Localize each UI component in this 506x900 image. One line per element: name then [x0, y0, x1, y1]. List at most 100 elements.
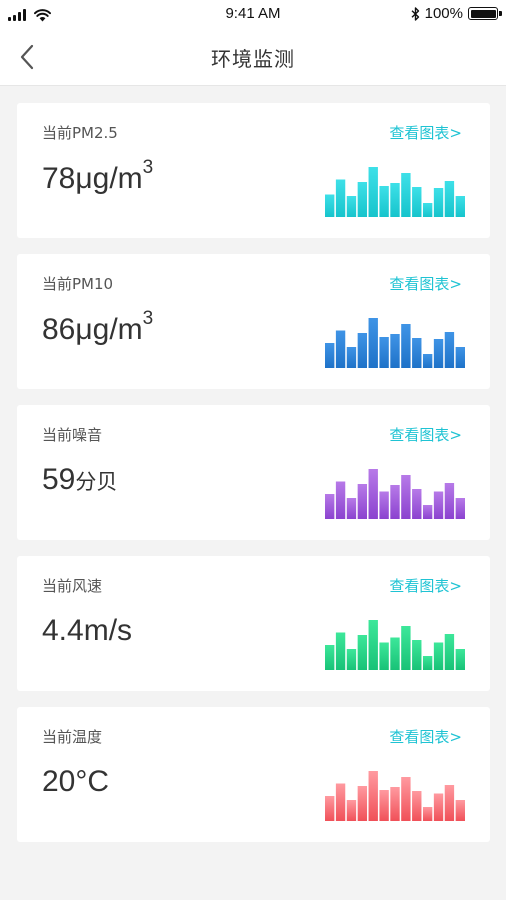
metric-label: 当前温度	[42, 728, 103, 746]
chart-bar	[401, 475, 411, 519]
battery-percent: 100%	[424, 5, 463, 22]
chart-bar	[335, 632, 346, 670]
chart-bar	[401, 626, 411, 670]
chart-bar	[455, 498, 465, 519]
bluetooth-icon	[411, 6, 419, 21]
chart-bar	[412, 338, 422, 368]
chart-bar	[390, 485, 400, 519]
metric-value: 20°C	[42, 765, 109, 799]
chart-bar	[412, 791, 422, 821]
chart-bar	[357, 333, 368, 368]
chart-bar	[433, 339, 444, 368]
metric-number: 78	[42, 162, 76, 195]
chart-bar	[455, 800, 465, 821]
view-chart-link[interactable]: 查看图表>	[389, 273, 462, 294]
chart-bar	[368, 620, 378, 670]
chart-bar	[390, 637, 400, 670]
chart-bar	[357, 786, 368, 821]
chart-bar	[379, 491, 389, 519]
chart-bar	[401, 324, 411, 368]
metric-value: 4.4m/s	[42, 614, 132, 648]
chart-bar	[412, 640, 422, 670]
chart-bar	[444, 181, 455, 217]
metric-unit: μg/m	[75, 313, 143, 346]
chart-bar	[325, 796, 335, 821]
chart-bar	[368, 771, 378, 821]
chart-bar	[390, 787, 400, 821]
mini-bar-chart	[325, 167, 465, 217]
chart-bar	[433, 188, 444, 217]
chart-bar	[390, 183, 400, 217]
metric-value: 78μg/m3	[42, 157, 153, 196]
mini-bar-chart	[325, 318, 465, 368]
view-chart-link[interactable]: 查看图表>	[389, 575, 462, 596]
battery-icon	[468, 7, 502, 20]
mini-bar-chart	[325, 771, 465, 821]
view-chart-link[interactable]: 查看图表>	[389, 726, 462, 747]
chart-bar	[422, 354, 433, 368]
chart-bar	[325, 343, 335, 368]
metric-label: 当前噪音	[42, 426, 103, 444]
mini-bar-chart	[325, 620, 465, 670]
chart-bar	[390, 334, 400, 368]
chart-bar	[357, 635, 368, 670]
chart-bar	[401, 173, 411, 217]
chart-bar	[325, 645, 335, 670]
metric-label: 当前PM10	[42, 275, 114, 293]
chart-bar	[325, 494, 335, 519]
chart-bar	[357, 484, 368, 519]
metric-unit: °C	[75, 765, 110, 798]
chart-bar	[325, 194, 335, 217]
chart-bar	[422, 203, 433, 217]
chart-bar	[412, 489, 422, 519]
chart-bar	[346, 498, 357, 519]
metric-unit: μg/m	[75, 162, 143, 195]
metric-number: 20	[42, 765, 76, 798]
metric-unit: m/s	[83, 614, 133, 647]
chart-bar	[444, 332, 455, 368]
metric-card-temperature: 当前温度 查看图表> 20°C	[17, 707, 490, 842]
metric-card-noise: 当前噪音 查看图表> 59分贝	[17, 405, 490, 540]
chart-bar	[444, 634, 455, 670]
chart-bar	[335, 783, 346, 821]
chart-bar	[422, 656, 433, 670]
chart-bar	[368, 318, 378, 368]
metric-label: 当前PM2.5	[42, 124, 118, 142]
chart-bar	[335, 481, 346, 519]
chart-bar	[444, 785, 455, 821]
status-right: 100%	[411, 5, 502, 22]
metric-value: 86μg/m3	[42, 308, 153, 347]
mini-bar-chart	[325, 469, 465, 519]
chart-bar	[379, 642, 389, 670]
chart-bar	[346, 196, 357, 217]
chart-bar	[433, 793, 444, 821]
chart-bar	[422, 505, 433, 519]
chart-bar	[455, 196, 465, 217]
metric-label: 当前风速	[42, 577, 103, 595]
metric-number: 4.4	[42, 614, 84, 647]
chart-bar	[335, 179, 346, 217]
metric-number: 86	[42, 313, 76, 346]
page-title: 环境监测	[211, 47, 295, 71]
view-chart-link[interactable]: 查看图表>	[389, 122, 462, 143]
chart-bar	[368, 167, 378, 217]
chart-bar	[379, 790, 389, 821]
view-chart-link[interactable]: 查看图表>	[389, 424, 462, 445]
chart-bar	[346, 347, 357, 368]
metric-unit-exponent: 3	[142, 157, 154, 178]
chart-bar	[379, 186, 389, 217]
chart-bar	[422, 807, 433, 821]
chart-bar	[379, 337, 389, 368]
metric-value: 59分贝	[42, 463, 117, 497]
metric-card-pm25: 当前PM2.5 查看图表> 78μg/m3	[17, 103, 490, 238]
nav-bar: 环境监测	[0, 28, 506, 86]
metric-card-pm10: 当前PM10 查看图表> 86μg/m3	[17, 254, 490, 389]
chart-bar	[433, 642, 444, 670]
status-bar: 9:41 AM 100%	[0, 0, 506, 28]
chart-bar	[455, 347, 465, 368]
metric-card-list: 当前PM2.5 查看图表> 78μg/m3 当前PM10 查看图表> 86μg/…	[17, 103, 490, 858]
metric-unit-exponent: 3	[142, 308, 154, 329]
chart-bar	[412, 187, 422, 217]
chart-bar	[444, 483, 455, 519]
metric-number: 59	[42, 463, 76, 496]
